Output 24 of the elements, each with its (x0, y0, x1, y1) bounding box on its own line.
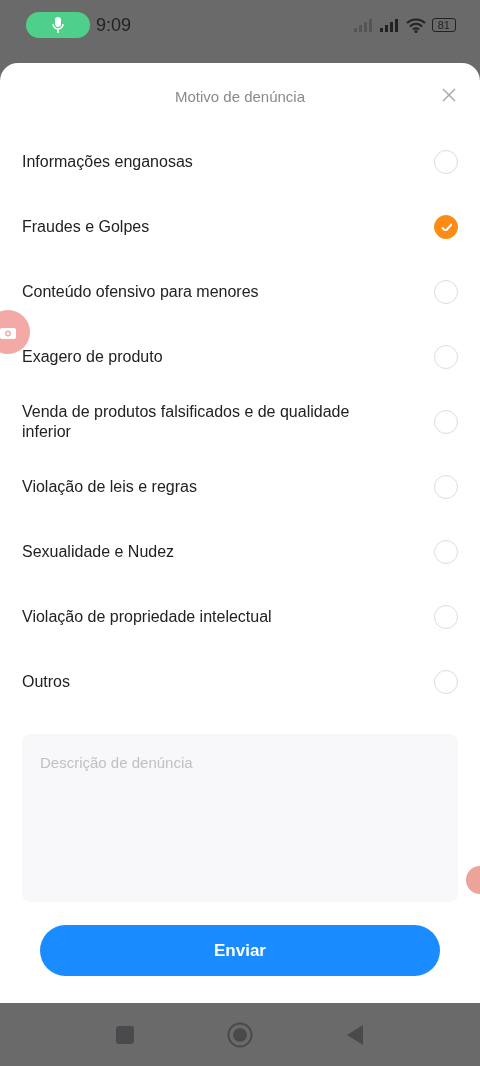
submit-button[interactable]: Enviar (40, 925, 440, 976)
square-icon[interactable] (115, 1024, 135, 1045)
reason-label: Outros (22, 671, 71, 692)
close-icon[interactable] (442, 88, 456, 102)
signal-icon (379, 18, 400, 32)
reason-label: Violação de leis e regras (22, 476, 198, 497)
sheet-title: Motivo de denúncia (174, 87, 306, 105)
battery-indicator: 81 (431, 18, 456, 32)
camera-icon (0, 325, 16, 339)
reason-label: Sexualidade e Nudez (22, 541, 176, 562)
status-time: 9:09 (96, 14, 132, 36)
reason-label: Exagero de produto (22, 346, 164, 367)
wifi-icon (405, 17, 426, 33)
description-field[interactable]: Descrição de denúncia (22, 734, 458, 902)
reason-label: Conteúdo ofensivo para menores (22, 281, 260, 302)
check-icon (440, 222, 452, 231)
reason-label: Venda de produtos falsificados e de qualidade inferior (22, 401, 351, 442)
back-icon[interactable] (345, 1023, 365, 1046)
reason-label: Fraudes e Golpes (22, 216, 151, 237)
microphone-icon (52, 17, 64, 33)
reason-label: Informações enganosas (22, 151, 194, 172)
reason-label: Violação de propriedade intelectual (22, 606, 273, 627)
radio-button[interactable] (434, 214, 458, 239)
home-icon[interactable] (227, 1021, 253, 1048)
